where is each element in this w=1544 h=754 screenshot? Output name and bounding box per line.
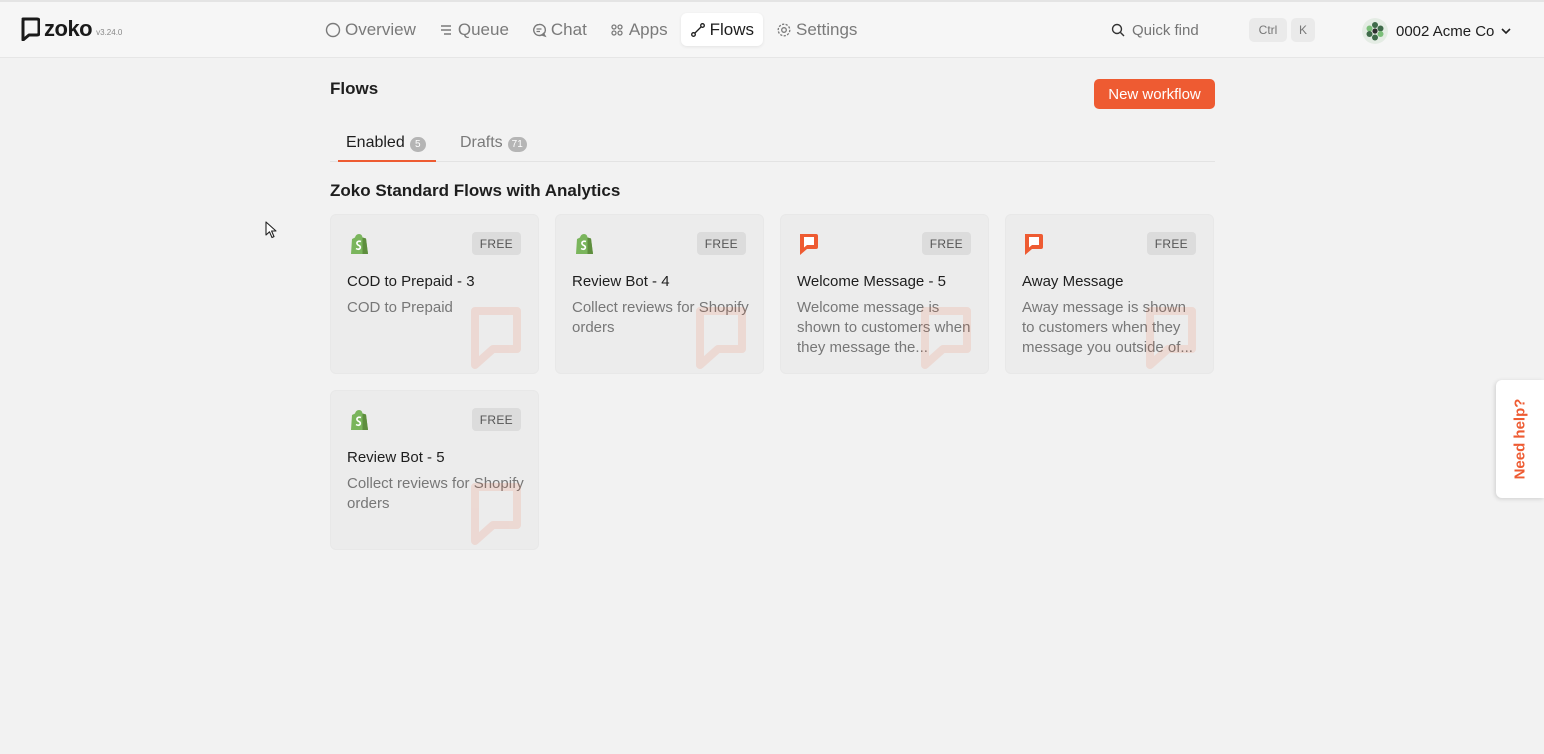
account-name: 0002 Acme Co xyxy=(1396,22,1495,40)
flow-card-title: Review Bot - 5 xyxy=(347,449,445,466)
flow-icon xyxy=(690,22,706,38)
shopify-icon xyxy=(576,234,593,254)
free-badge: FREE xyxy=(471,408,521,431)
flow-card[interactable]: FREE COD to Prepaid - 3 COD to Prepaid xyxy=(330,214,539,374)
tab-drafts-count: 71 xyxy=(507,137,527,152)
mouse-cursor-icon xyxy=(265,221,277,239)
chevron-down-icon xyxy=(1501,28,1511,35)
flow-card[interactable]: FREE Review Bot - 4 Collect reviews for … xyxy=(555,214,764,374)
free-badge: FREE xyxy=(471,232,521,255)
search-icon xyxy=(1111,23,1125,37)
account-switcher[interactable]: 0002 Acme Co xyxy=(1362,18,1512,44)
nav-flows[interactable]: Flows xyxy=(680,13,763,46)
nav-queue-label: Queue xyxy=(457,19,509,39)
need-help-label: Need help? xyxy=(1511,398,1529,480)
main-nav: Overview Queue Chat Apps Flows Settings xyxy=(316,13,870,46)
gear-icon xyxy=(776,22,792,38)
nav-flows-label: Flows xyxy=(709,19,754,39)
flow-tabs: Enabled 5 Drafts 71 xyxy=(330,130,1215,162)
zoko-icon xyxy=(1025,234,1043,255)
zoko-watermark-icon xyxy=(471,483,521,545)
page-title: Flows xyxy=(330,79,379,98)
nav-overview-label: Overview xyxy=(345,19,416,39)
flow-card-title: Away Message xyxy=(1022,273,1124,290)
quick-find[interactable]: Ctrl K xyxy=(1104,14,1318,46)
shortcut-ctrl-key: Ctrl xyxy=(1249,18,1287,42)
top-navigation-bar: zoko v3.24.0 Overview Queue Chat Apps Fl… xyxy=(0,2,1544,58)
tab-enabled-label: Enabled xyxy=(346,134,405,151)
chat-icon xyxy=(531,22,547,38)
circle-icon xyxy=(325,22,341,38)
zoko-watermark-icon xyxy=(1146,307,1196,369)
free-badge: FREE xyxy=(696,232,746,255)
shopify-icon xyxy=(351,410,368,430)
nav-chat[interactable]: Chat xyxy=(522,13,596,46)
list-icon xyxy=(438,22,454,38)
zoko-logo[interactable]: zoko v3.24.0 xyxy=(20,16,122,42)
section-title: Zoko Standard Flows with Analytics xyxy=(330,181,621,200)
nav-queue[interactable]: Queue xyxy=(429,13,518,46)
tab-enabled-count: 5 xyxy=(409,137,426,152)
logo-wordmark: zoko xyxy=(44,16,93,41)
nav-apps-label: Apps xyxy=(628,19,668,39)
grid-icon xyxy=(609,22,625,38)
nav-chat-label: Chat xyxy=(550,19,587,39)
flow-card-title: COD to Prepaid - 3 xyxy=(347,273,475,290)
flow-card[interactable]: FREE Welcome Message - 5 Welcome message… xyxy=(780,214,989,374)
quick-find-input[interactable] xyxy=(1132,21,1242,39)
free-badge: FREE xyxy=(921,232,971,255)
flow-card[interactable]: FREE Away Message Away message is shown … xyxy=(1005,214,1214,374)
nav-settings-label: Settings xyxy=(795,19,858,39)
flow-card-title: Review Bot - 4 xyxy=(572,273,670,290)
tab-drafts[interactable]: Drafts 71 xyxy=(460,134,527,162)
need-help-button[interactable]: Need help? xyxy=(1496,380,1544,498)
tab-enabled[interactable]: Enabled 5 xyxy=(338,134,436,162)
zoko-icon xyxy=(800,234,818,255)
flow-card[interactable]: FREE Review Bot - 5 Collect reviews for … xyxy=(330,390,539,550)
nav-apps[interactable]: Apps xyxy=(600,13,677,46)
zoko-logo-icon xyxy=(21,17,40,41)
account-avatar xyxy=(1362,18,1388,44)
zoko-watermark-icon xyxy=(696,307,746,369)
new-workflow-button[interactable]: New workflow xyxy=(1094,79,1215,109)
nav-settings[interactable]: Settings xyxy=(767,13,866,46)
shopify-icon xyxy=(351,234,368,254)
free-badge: FREE xyxy=(1146,232,1196,255)
flow-card-title: Welcome Message - 5 xyxy=(797,273,946,290)
nav-overview[interactable]: Overview xyxy=(316,13,425,46)
tab-drafts-label: Drafts xyxy=(460,134,503,151)
shortcut-k-key: K xyxy=(1291,18,1315,42)
zoko-watermark-icon xyxy=(921,307,971,369)
zoko-watermark-icon xyxy=(471,307,521,369)
app-version: v3.24.0 xyxy=(96,27,123,37)
